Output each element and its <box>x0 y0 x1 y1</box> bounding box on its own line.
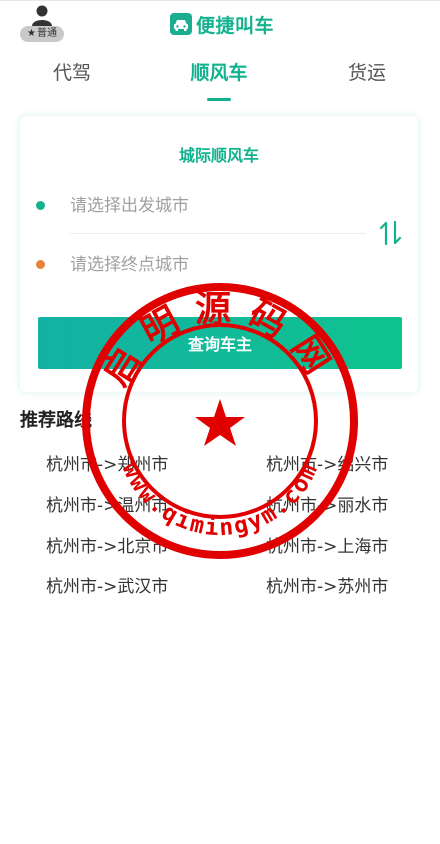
route-item[interactable]: 杭州市->北京市 <box>46 532 168 557</box>
route-item[interactable]: 杭州市->丽水市 <box>266 491 388 516</box>
seal-star-icon <box>195 399 245 446</box>
active-tab-indicator <box>207 98 231 101</box>
start-city-input[interactable] <box>68 185 368 227</box>
route-item[interactable]: 杭州市->上海市 <box>266 532 388 557</box>
route-item[interactable]: 杭州市->武汉市 <box>46 572 168 597</box>
start-city-row <box>36 185 376 227</box>
end-city-row <box>36 244 376 286</box>
user-profile[interactable]: ★普通 <box>20 4 64 42</box>
end-city-input[interactable] <box>68 244 368 286</box>
tab-carpool[interactable]: 顺风车 <box>169 58 269 85</box>
user-level-label: 普通 <box>36 28 57 39</box>
swap-cities-icon[interactable] <box>378 220 404 246</box>
route-item[interactable]: 杭州市->苏州市 <box>266 572 388 597</box>
end-dot-icon <box>36 260 45 269</box>
tab-chauffeur[interactable]: 代驾 <box>22 58 122 85</box>
recommended-routes-title: 推荐路线 <box>20 410 92 431</box>
brand: 便捷叫车 <box>170 10 274 38</box>
car-icon <box>170 13 192 35</box>
carpool-search-card: 城际顺风车 查询车主 <box>20 116 418 392</box>
route-item[interactable]: 杭州市->郑州市 <box>46 450 168 475</box>
user-level-badge: ★普通 <box>20 26 64 42</box>
star-icon: ★ <box>27 28 36 39</box>
user-avatar-icon <box>32 5 52 26</box>
brand-title: 便捷叫车 <box>196 14 275 37</box>
top-border <box>0 0 440 1</box>
input-divider <box>70 233 366 234</box>
tab-freight[interactable]: 货运 <box>317 58 417 85</box>
start-dot-icon <box>36 201 45 210</box>
route-item[interactable]: 杭州市->绍兴市 <box>266 450 388 475</box>
query-drivers-button[interactable]: 查询车主 <box>38 317 402 369</box>
service-tabs: 代驾 顺风车 货运 <box>0 58 440 106</box>
route-item[interactable]: 杭州市->温州市 <box>46 491 168 516</box>
card-title: 城际顺风车 <box>178 146 259 165</box>
